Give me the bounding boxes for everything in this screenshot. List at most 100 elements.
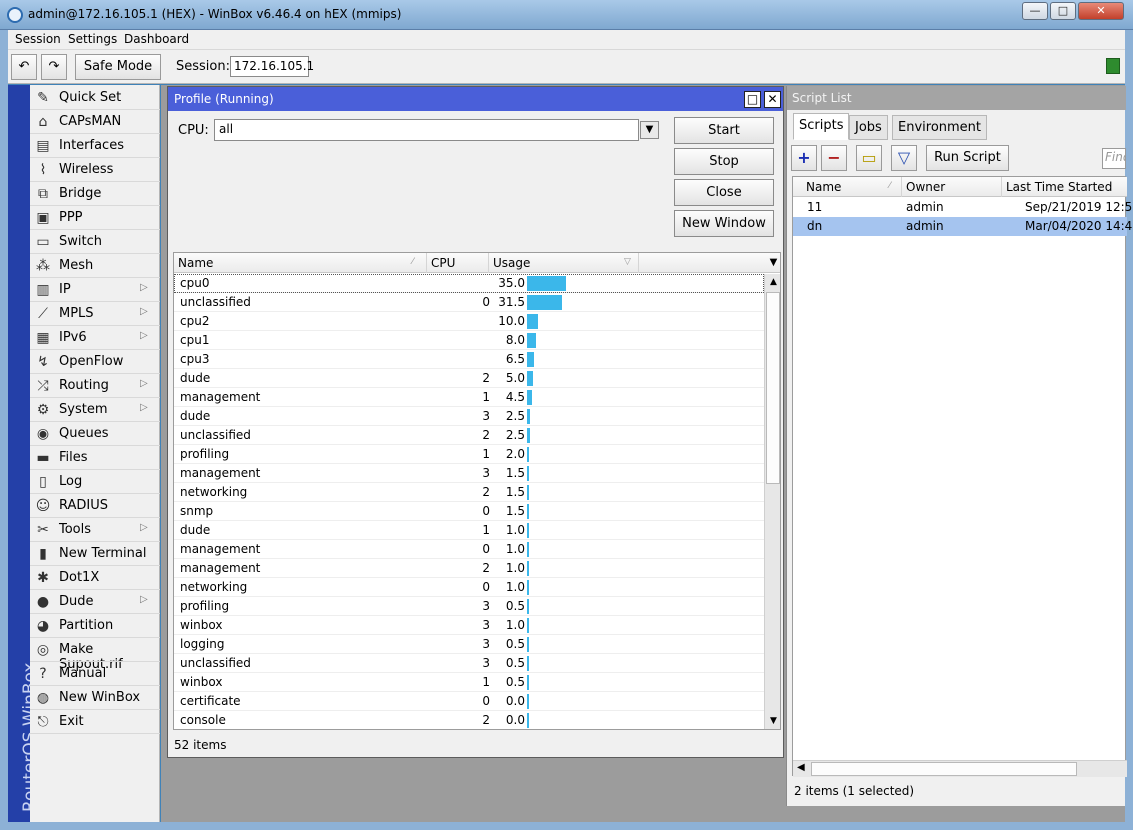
add-icon[interactable]: +: [791, 145, 817, 171]
table-row[interactable]: unclassified 2 2.5: [174, 426, 764, 445]
sidebar-item-wireless[interactable]: ⌇ Wireless: [30, 158, 160, 182]
sidebar-item-dude[interactable]: ● Dude ▷: [30, 590, 160, 614]
table-row[interactable]: dude 2 5.0: [174, 369, 764, 388]
close-window-button[interactable]: ✕: [1078, 2, 1124, 20]
table-row[interactable]: management 1 4.5: [174, 388, 764, 407]
table-row[interactable]: management 3 1.5: [174, 464, 764, 483]
menu-dashboard[interactable]: Dashboard: [124, 32, 189, 46]
table-row[interactable]: cpu2 10.0: [174, 312, 764, 331]
sidebar-item-mpls[interactable]: ⟋ MPLS ▷: [30, 302, 160, 326]
close-button[interactable]: Close: [674, 179, 774, 206]
undo-icon[interactable]: ↶: [11, 54, 37, 80]
cpu-dropdown-icon[interactable]: ▼: [640, 121, 659, 139]
profile-window-titlebar[interactable]: Profile (Running) □ ✕: [168, 87, 783, 111]
scripts-table-hscrollbar[interactable]: ◀: [793, 760, 1127, 777]
window-titlebar[interactable]: admin@172.16.105.1 (HEX) - WinBox v6.46.…: [0, 0, 1133, 30]
sidebar-item-exit[interactable]: ⎋ Exit: [30, 710, 160, 734]
close-icon[interactable]: ✕: [764, 91, 781, 108]
sidebar-item-interfaces[interactable]: ▤ Interfaces: [30, 134, 160, 158]
sidebar-item-openflow[interactable]: ↯ OpenFlow: [30, 350, 160, 374]
find-input[interactable]: Find: [1102, 148, 1126, 169]
sidebar-item-new-terminal[interactable]: ▮ New Terminal: [30, 542, 160, 566]
sidebar-item-ppp[interactable]: ▣ PPP: [30, 206, 160, 230]
usage-bar: [527, 656, 529, 671]
sidebar-item-make-supout-rif[interactable]: ◎ Make Supout.rif: [30, 638, 160, 672]
table-row[interactable]: profiling 3 0.5: [174, 597, 764, 616]
sidebar-item-switch[interactable]: ▭ Switch: [30, 230, 160, 254]
scroll-down-icon[interactable]: ▼: [765, 713, 780, 729]
column-header-name[interactable]: Name: [174, 253, 427, 273]
sidebar-item-partition[interactable]: ◕ Partition: [30, 614, 160, 638]
sidebar-item-radius[interactable]: ☺ RADIUS: [30, 494, 160, 518]
cpu-select[interactable]: all: [214, 119, 639, 141]
tab-scripts[interactable]: Scripts: [793, 113, 850, 140]
menu-settings[interactable]: Settings: [68, 32, 117, 46]
table-row[interactable]: unclassified 3 0.5: [174, 654, 764, 673]
script-list-titlebar[interactable]: Script List: [787, 86, 1126, 110]
table-row[interactable]: management 0 1.0: [174, 540, 764, 559]
tab-jobs[interactable]: Jobs: [849, 115, 888, 140]
filter-icon[interactable]: ▽: [891, 145, 917, 171]
start-button[interactable]: Start: [674, 117, 774, 144]
table-row[interactable]: console 2 0.0: [174, 711, 764, 729]
sidebar-item-dot1x[interactable]: ✱ Dot1X: [30, 566, 160, 590]
column-header-cpu[interactable]: CPU: [427, 253, 489, 273]
safe-mode-button[interactable]: Safe Mode: [75, 54, 161, 80]
column-header-usage[interactable]: Usage: [489, 253, 639, 273]
comment-icon[interactable]: ▭: [856, 145, 882, 171]
sidebar-item-capsman[interactable]: ⌂ CAPsMAN: [30, 110, 160, 134]
maximize-button[interactable]: □: [1050, 2, 1076, 20]
table-row[interactable]: dude 1 1.0: [174, 521, 764, 540]
sidebar-item-queues[interactable]: ◉ Queues: [30, 422, 160, 446]
run-script-button[interactable]: Run Script: [926, 145, 1009, 171]
new-window-button[interactable]: New Window: [674, 210, 774, 237]
sidebar-item-log[interactable]: ▯ Log: [30, 470, 160, 494]
sidebar-item-ip[interactable]: ▥ IP ▷: [30, 278, 160, 302]
sidebar-item-bridge[interactable]: ⧉ Bridge: [30, 182, 160, 206]
sidebar-item-mesh[interactable]: ⁂ Mesh: [30, 254, 160, 278]
profile-table-scrollbar[interactable]: ▲ ▼: [764, 274, 780, 729]
remove-icon[interactable]: −: [821, 145, 847, 171]
table-row[interactable]: cpu3 6.5: [174, 350, 764, 369]
table-row[interactable]: management 2 1.0: [174, 559, 764, 578]
sidebar-item-routing[interactable]: ⤮ Routing ▷: [30, 374, 160, 398]
table-row[interactable]: cpu0 35.0: [174, 274, 764, 293]
session-field[interactable]: 172.16.105.1: [230, 56, 314, 77]
columns-dropdown-icon[interactable]: ▼: [765, 253, 780, 273]
hscroll-thumb[interactable]: [811, 762, 1077, 776]
sidebar-item-system[interactable]: ⚙ System ▷: [30, 398, 160, 422]
minimize-button[interactable]: —: [1022, 2, 1048, 20]
table-row[interactable]: unclassified 0 31.5: [174, 293, 764, 312]
redo-icon[interactable]: ↷: [41, 54, 67, 80]
table-row[interactable]: cpu1 8.0: [174, 331, 764, 350]
table-row[interactable]: winbox 1 0.5: [174, 673, 764, 692]
sidebar-item-files[interactable]: ▬ Files: [30, 446, 160, 470]
table-row[interactable]: dude 3 2.5: [174, 407, 764, 426]
table-row[interactable]: 11 admin Sep/21/2019 12:5: [793, 198, 1132, 217]
column-header-script-name[interactable]: Name: [802, 177, 902, 197]
sidebar-item-manual[interactable]: ? Manual: [30, 662, 160, 686]
restore-icon[interactable]: □: [744, 91, 761, 108]
table-row[interactable]: snmp 0 1.5: [174, 502, 764, 521]
column-header-last-started[interactable]: Last Time Started: [1002, 177, 1127, 197]
table-row[interactable]: logging 3 0.5: [174, 635, 764, 654]
table-row[interactable]: networking 2 1.5: [174, 483, 764, 502]
stop-button[interactable]: Stop: [674, 148, 774, 175]
scroll-thumb[interactable]: [766, 292, 780, 484]
table-row[interactable]: profiling 1 2.0: [174, 445, 764, 464]
table-row[interactable]: dn admin Mar/04/2020 14:4: [793, 217, 1132, 236]
column-header-owner[interactable]: Owner: [902, 177, 1002, 197]
scroll-up-icon[interactable]: ▲: [765, 274, 780, 291]
table-row[interactable]: certificate 0 0.0: [174, 692, 764, 711]
menu-session[interactable]: Session: [15, 32, 61, 46]
tab-environment[interactable]: Environment: [892, 115, 988, 140]
scroll-left-icon[interactable]: ◀: [797, 762, 805, 773]
sidebar-item-ipv6[interactable]: ▦ IPv6 ▷: [30, 326, 160, 350]
row-name: winbox: [180, 675, 223, 689]
sidebar-item-quick-set[interactable]: ✎ Quick Set: [30, 86, 160, 110]
sidebar-item-tools[interactable]: ✂ Tools ▷: [30, 518, 160, 542]
table-row[interactable]: networking 0 1.0: [174, 578, 764, 597]
table-row[interactable]: winbox 3 1.0: [174, 616, 764, 635]
sidebar-item-new-winbox[interactable]: ◍ New WinBox: [30, 686, 160, 710]
row-cpu: 0: [482, 580, 490, 594]
